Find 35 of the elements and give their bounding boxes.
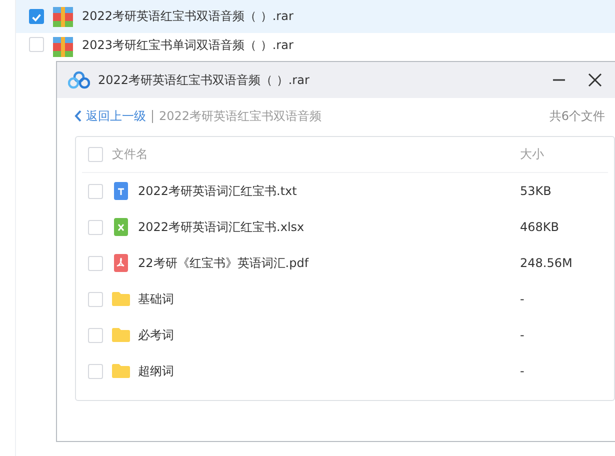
file-name: 2022考研英语红宝书双语音频（ ）.rar <box>82 8 294 25</box>
file-size: 248.56M <box>520 256 574 270</box>
file-count: 共6个文件 <box>549 108 605 124</box>
folder-icon <box>112 364 130 378</box>
file-name: 必考词 <box>138 326 175 344</box>
column-header: 大小 <box>520 146 545 163</box>
file-name: 超纲词 <box>138 362 175 380</box>
file-name: 2023考研红宝书单词双语音频（ ）.rar <box>82 37 294 54</box>
cloud-logo-icon <box>68 71 90 89</box>
folder-icon <box>112 328 130 342</box>
chevron-left-icon <box>74 110 82 122</box>
pdf-file-icon <box>114 254 128 272</box>
file-name: 22考研《红宝书》英语词汇.pdf <box>138 254 310 272</box>
breadcrumb-path: 2022考研英语红宝书双语音频 <box>159 108 322 124</box>
archive-icon <box>53 37 73 57</box>
close-icon[interactable] <box>588 73 602 87</box>
file-size: 53KB <box>520 184 552 198</box>
select-all-checkbox[interactable] <box>88 147 103 162</box>
file-name: 基础词 <box>138 290 175 308</box>
window-title: 2022考研英语红宝书双语音频（ ）.rar <box>98 72 310 88</box>
spreadsheet-file-icon <box>114 218 128 236</box>
file-row[interactable]: 2023考研红宝书单词双语音频（ ）.rar <box>16 34 615 61</box>
file-name: 2022考研英语词汇红宝书.xlsx <box>138 218 306 236</box>
file-size: 468KB <box>520 220 560 234</box>
file-size: - <box>520 292 526 306</box>
file-size: - <box>520 364 526 378</box>
checkbox[interactable] <box>29 9 44 24</box>
folder-icon <box>112 292 130 306</box>
column-header: 文件名 <box>112 146 149 163</box>
archive-icon <box>53 6 73 26</box>
text-file-icon <box>114 182 128 200</box>
file-name: 2022考研英语词汇红宝书.txt <box>138 182 298 200</box>
file-size: - <box>520 328 526 342</box>
file-row[interactable]: 2022考研英语红宝书双语音频（ ）.rar <box>16 0 615 33</box>
back-link[interactable]: 返回上一级 <box>74 108 146 124</box>
